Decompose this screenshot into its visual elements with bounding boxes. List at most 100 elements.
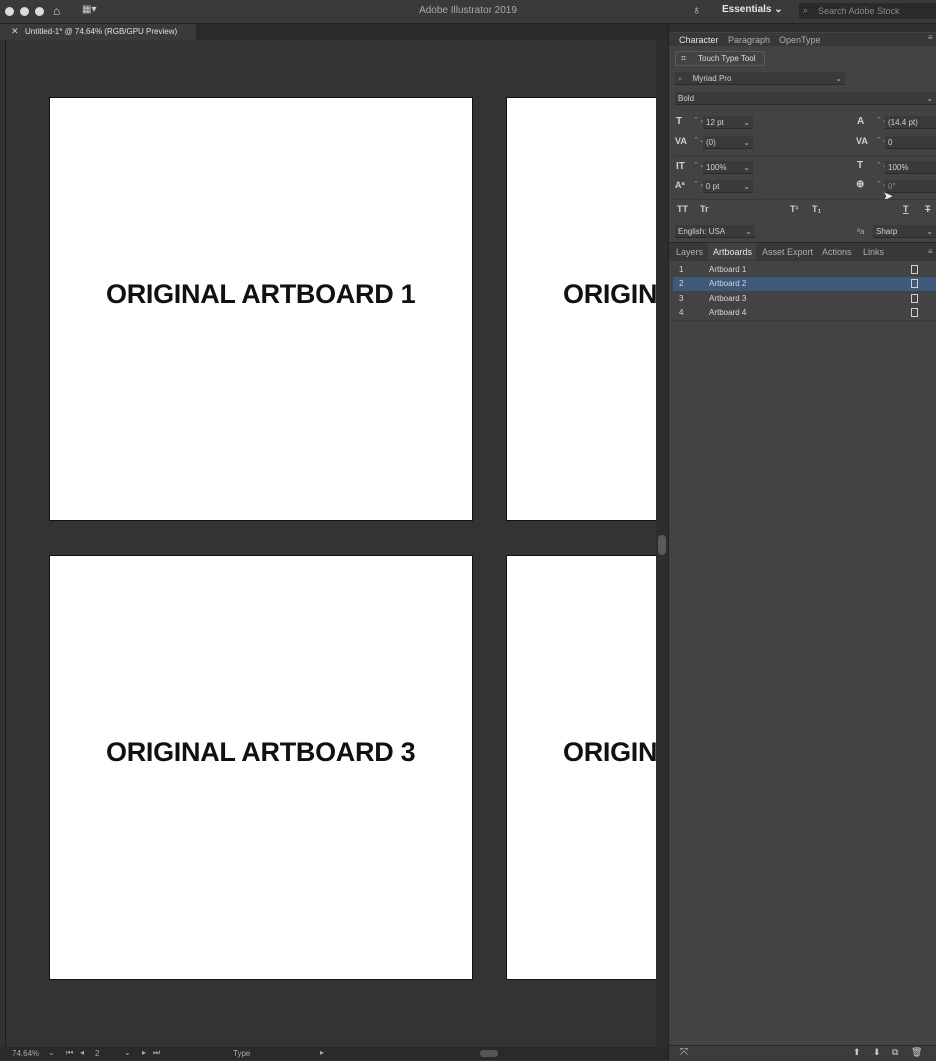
- close-icon[interactable]: ✕: [11, 26, 19, 37]
- artboard-row-number: 1: [679, 265, 684, 274]
- previous-artboard-icon[interactable]: ◂: [80, 1048, 84, 1057]
- artboard-options-icon[interactable]: [911, 294, 918, 303]
- artboard-index[interactable]: 2: [95, 1049, 99, 1058]
- artboard-row-name[interactable]: Artboard 2: [709, 277, 746, 291]
- move-down-icon[interactable]: ⬇: [873, 1047, 881, 1058]
- new-artboard-icon[interactable]: ⧉: [892, 1047, 898, 1058]
- all-caps-button[interactable]: TT: [677, 204, 688, 214]
- panel-menu-icon[interactable]: ≡: [928, 247, 933, 256]
- tab-actions[interactable]: Actions: [822, 247, 852, 257]
- font-family-select[interactable]: ⌕ Myriad Pro ⌄: [675, 72, 845, 85]
- vertical-scale-field[interactable]: 100% ⌄: [703, 161, 753, 174]
- artboard-4[interactable]: ORIGIN: [506, 555, 657, 980]
- kerning-field[interactable]: (0) ⌄: [703, 136, 753, 149]
- artboard-row-selected[interactable]: 2 Artboard 2: [673, 277, 936, 291]
- artboard-text[interactable]: ORIGINAL ARTBOARD 1: [106, 279, 416, 310]
- font-style-select[interactable]: Bold ⌄: [675, 92, 936, 105]
- superscript-button[interactable]: T¹: [790, 204, 799, 214]
- font-size-icon: T: [676, 116, 683, 127]
- next-artboard-icon[interactable]: ▸: [142, 1048, 146, 1057]
- tab-links[interactable]: Links: [863, 247, 884, 257]
- workspace-switcher[interactable]: Essentials ⌄: [722, 4, 783, 15]
- artboard-row-name[interactable]: Artboard 4: [709, 306, 746, 320]
- font-style-value: Bold: [678, 94, 695, 103]
- artboard-row[interactable]: 3 Artboard 3: [673, 292, 936, 306]
- zoom-level[interactable]: 74.64%: [12, 1049, 39, 1058]
- artboard-2[interactable]: ORIGIN: [506, 97, 657, 521]
- last-artboard-icon[interactable]: ⏭: [153, 1048, 160, 1058]
- tab-asset-export[interactable]: Asset Export: [762, 247, 813, 257]
- artboard-text[interactable]: ORIGIN: [563, 737, 657, 768]
- anti-alias-value: Sharp: [876, 227, 898, 236]
- mouse-cursor-icon: ➤: [883, 189, 894, 203]
- font-size-field[interactable]: 12 pt ⌄: [703, 116, 753, 129]
- anti-alias-icon: ªa: [857, 227, 865, 236]
- rearrange-icon[interactable]: ⤧: [680, 1047, 688, 1058]
- chevron-down-icon: ⌄: [743, 138, 750, 147]
- artboard-3[interactable]: ORIGINAL ARTBOARD 3: [49, 555, 473, 980]
- font-family-value: Myriad Pro: [692, 74, 732, 83]
- subscript-button[interactable]: T₁: [812, 204, 821, 214]
- leading-field[interactable]: (14.4 pt): [885, 116, 936, 129]
- document-tab-label: Untitled-1* @ 74.64% (RGB/GPU Preview): [25, 27, 178, 36]
- baseline-shift-value: 0 pt: [706, 182, 720, 191]
- divider: [673, 320, 936, 321]
- horizontal-scroll-thumb[interactable]: [480, 1050, 498, 1057]
- tab-artboards[interactable]: Artboards: [713, 247, 752, 257]
- vertical-scale-icon: IT: [676, 161, 685, 172]
- tab-layers[interactable]: Layers: [676, 247, 703, 257]
- artboard-row[interactable]: 1 Artboard 1: [673, 263, 936, 277]
- tab-character[interactable]: Character: [679, 35, 719, 45]
- vertical-scroll-thumb[interactable]: [658, 535, 666, 555]
- current-tool-label: Type: [233, 1049, 251, 1058]
- tracking-value: 0: [888, 138, 893, 147]
- artboard-options-icon[interactable]: [911, 308, 918, 317]
- artboard-row-name[interactable]: Artboard 3: [709, 292, 746, 306]
- search-icon: ⌕: [678, 74, 683, 83]
- first-artboard-icon[interactable]: ⏮: [66, 1048, 73, 1058]
- baseline-shift-field[interactable]: 0 pt ⌄: [703, 180, 753, 193]
- horizontal-scale-field[interactable]: 100%: [885, 161, 936, 174]
- artboard-text[interactable]: ORIGIN: [563, 279, 657, 310]
- tab-opentype[interactable]: OpenType: [779, 35, 821, 45]
- chevron-down-icon[interactable]: ⌄: [124, 1048, 131, 1057]
- chevron-down-icon: ⌄: [743, 182, 750, 191]
- touch-type-tool-button[interactable]: ⌗ Touch Type Tool: [675, 51, 765, 66]
- panel-menu-icon[interactable]: ≡: [928, 33, 933, 42]
- artboard-options-icon[interactable]: [911, 265, 918, 274]
- language-select[interactable]: English: USA ⌄: [675, 225, 755, 238]
- chevron-down-icon: ⌄: [774, 4, 783, 15]
- play-icon[interactable]: ▸: [320, 1048, 324, 1057]
- chevron-down-icon: ⌄: [926, 227, 933, 236]
- artboard-options-icon[interactable]: [911, 279, 918, 288]
- strikethrough-button[interactable]: T: [925, 204, 931, 214]
- divider: [673, 155, 936, 156]
- anti-alias-select[interactable]: Sharp ⌄: [873, 225, 936, 238]
- artboard-row-number: 3: [679, 294, 684, 303]
- tab-paragraph[interactable]: Paragraph: [728, 35, 770, 45]
- lightbulb-icon[interactable]: ♁: [692, 3, 701, 17]
- vertical-scale-value: 100%: [706, 163, 727, 172]
- trash-icon[interactable]: 🗑: [911, 1047, 922, 1058]
- chevron-down-icon: ⌄: [743, 118, 750, 127]
- touch-type-icon: ⌗: [681, 53, 687, 63]
- artboard-text[interactable]: ORIGINAL ARTBOARD 3: [106, 737, 416, 768]
- leading-icon: A: [857, 116, 865, 127]
- artboard-1[interactable]: ORIGINAL ARTBOARD 1: [49, 97, 473, 521]
- language-value: English: USA: [678, 227, 726, 236]
- baseline-shift-icon: Aª: [675, 180, 685, 190]
- panel-grip[interactable]: [669, 24, 936, 32]
- stock-search-placeholder: Search Adobe Stock: [818, 6, 900, 16]
- artboard-row[interactable]: 4 Artboard 4: [673, 306, 936, 320]
- small-caps-button[interactable]: Tr: [700, 204, 709, 214]
- underline-button[interactable]: T: [903, 204, 909, 214]
- tracking-field[interactable]: 0: [885, 136, 936, 149]
- artboard-row-name[interactable]: Artboard 1: [709, 263, 746, 277]
- horizontal-scale-icon: T: [857, 160, 864, 171]
- kerning-icon: VA: [675, 136, 687, 146]
- touch-type-label: Touch Type Tool: [698, 54, 756, 63]
- chevron-down-icon[interactable]: ⌄: [48, 1048, 55, 1057]
- rotation-icon: ⊕: [856, 179, 865, 190]
- move-up-icon[interactable]: ⬆: [853, 1047, 861, 1058]
- search-icon: ⌕: [803, 5, 809, 15]
